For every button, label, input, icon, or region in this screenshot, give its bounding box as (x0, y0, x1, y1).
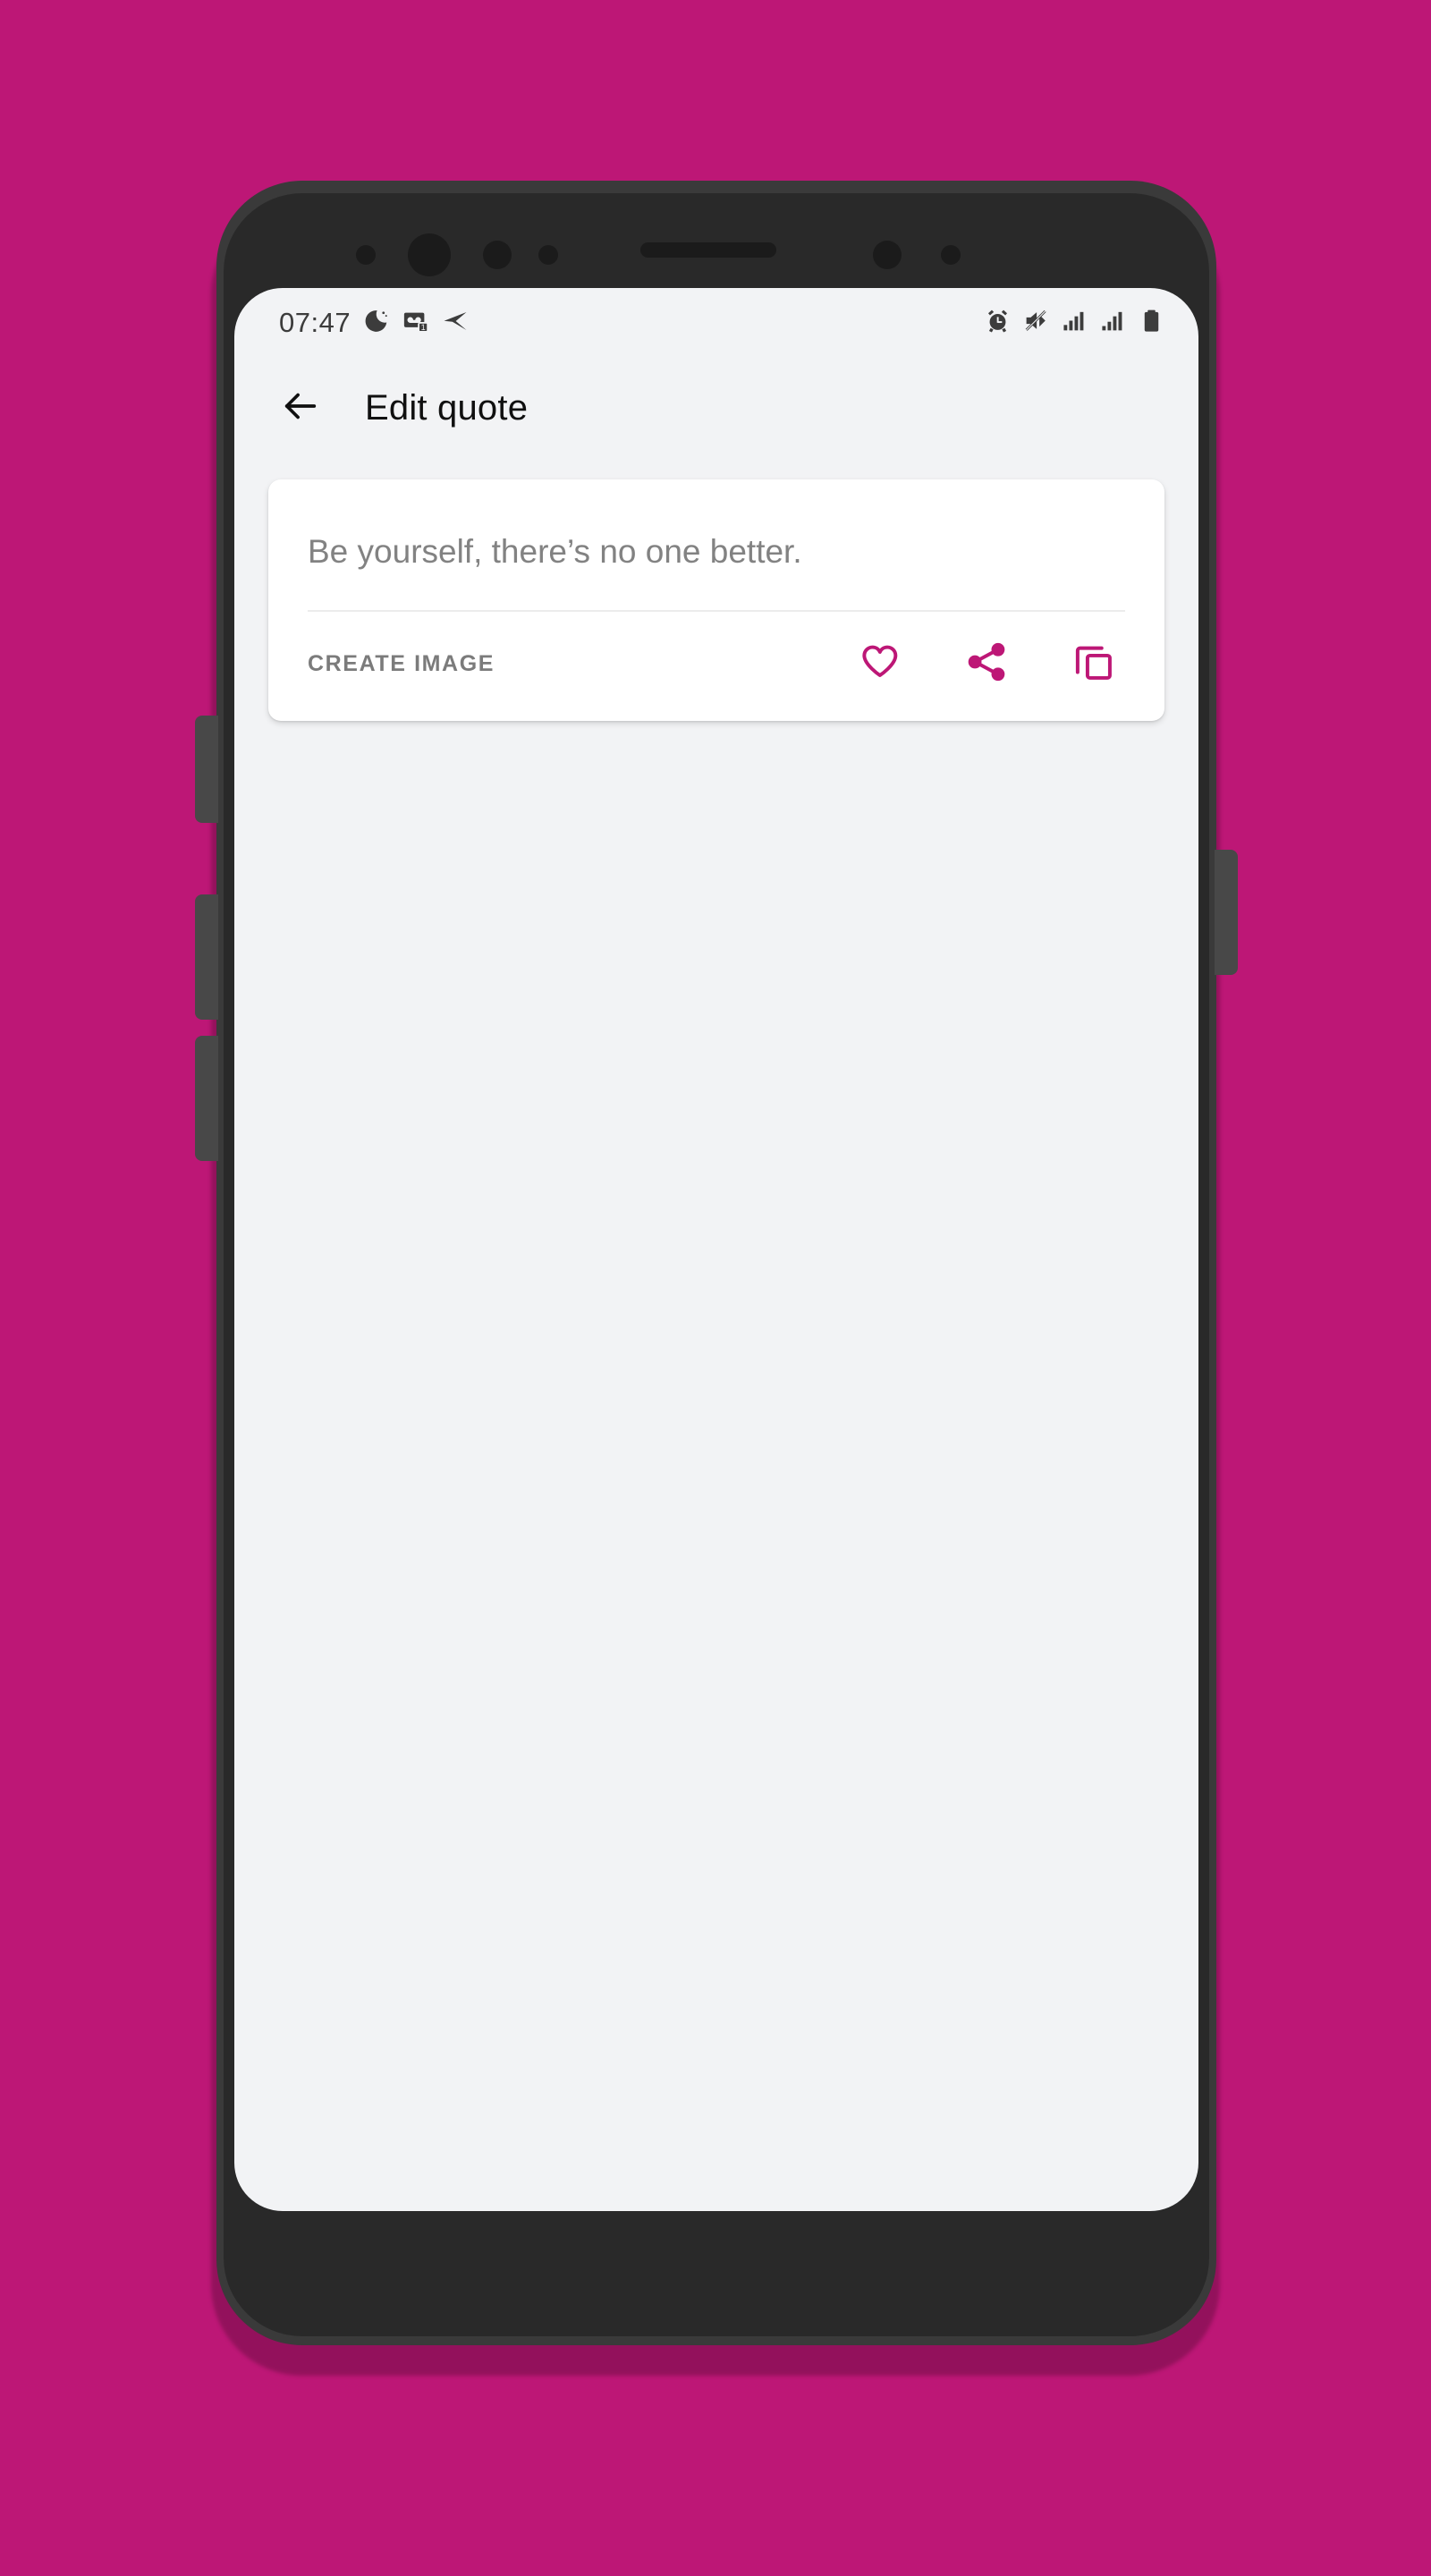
front-camera-lens (408, 233, 451, 276)
earpiece-speaker (640, 242, 776, 258)
proximity-sensor-dot (356, 245, 376, 265)
send-paper-plane-icon (442, 308, 469, 339)
status-bar: 07:47 1 (234, 288, 1198, 358)
voicemail-icon: 1 (402, 308, 429, 339)
arrow-back-icon (280, 386, 321, 431)
phone-power-button[interactable] (1215, 850, 1238, 975)
iris-sensor-dot (538, 245, 558, 265)
favorite-button[interactable] (853, 639, 905, 691)
create-image-button[interactable]: CREATE IMAGE (308, 651, 495, 677)
quote-text[interactable]: Be yourself, there’s no one better. (308, 530, 1125, 574)
quote-card-actions: CREATE IMAGE (268, 612, 1164, 721)
phone-volume-down-button[interactable] (195, 1036, 218, 1161)
back-button[interactable] (274, 381, 327, 435)
do-not-disturb-moon-icon (363, 308, 390, 339)
favorite-heart-icon (857, 640, 902, 689)
status-bar-clock: 07:47 (279, 307, 351, 338)
quote-card-body[interactable]: Be yourself, there’s no one better. (268, 479, 1164, 610)
app-bar: Edit quote (234, 358, 1198, 458)
svg-text:1: 1 (421, 323, 426, 332)
phone-volume-up-button[interactable] (195, 894, 218, 1020)
copy-icon (1071, 640, 1116, 689)
status-bar-right-group (985, 308, 1164, 338)
quote-action-icon-group (853, 639, 1125, 691)
ir-sensor-dot (873, 241, 902, 269)
phone-bixby-button[interactable] (195, 716, 218, 823)
share-button[interactable] (961, 639, 1012, 691)
copy-button[interactable] (1068, 639, 1120, 691)
phone-screen: 07:47 1 Edit quote Be yourself, there’s … (234, 288, 1198, 2211)
quote-card-container: Be yourself, there’s no one better. CREA… (234, 458, 1198, 721)
quote-card: Be yourself, there’s no one better. CREA… (268, 479, 1164, 721)
share-icon (964, 640, 1009, 689)
volume-mute-icon (1023, 308, 1049, 338)
signal-bars-sim2-icon (1100, 308, 1126, 338)
status-bar-left-group: 07:47 1 (279, 307, 469, 339)
light-sensor-dot (483, 241, 512, 269)
alarm-clock-icon (985, 308, 1011, 338)
page-title: Edit quote (365, 387, 529, 428)
signal-bars-sim1-icon (1062, 308, 1088, 338)
battery-full-icon (1139, 308, 1164, 338)
led-indicator-dot (941, 245, 961, 265)
